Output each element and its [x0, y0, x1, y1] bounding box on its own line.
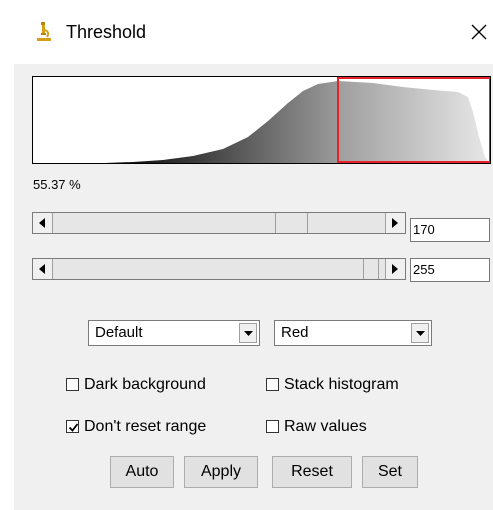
reset-button[interactable]: Reset [272, 456, 352, 488]
arrow-left-icon [39, 264, 45, 274]
dropdown-button[interactable] [239, 323, 257, 343]
apply-button[interactable]: Apply [184, 456, 258, 488]
checkbox-box[interactable] [266, 378, 279, 391]
scroll-right-button[interactable] [385, 259, 405, 279]
display-dropdown[interactable]: Red [274, 320, 432, 346]
scroll-right-button[interactable] [385, 213, 405, 233]
percent-label: 55.37 % [33, 177, 81, 192]
checkmark-icon [68, 423, 79, 432]
histogram [32, 76, 491, 164]
method-dropdown[interactable]: Default [88, 320, 260, 346]
dropdown-button[interactable] [411, 323, 429, 343]
max-threshold-scrollbar[interactable] [32, 258, 406, 280]
checkbox-label: Dark background [84, 376, 206, 393]
window-title: Threshold [66, 22, 147, 42]
chevron-down-icon [416, 331, 425, 336]
set-button[interactable]: Set [362, 456, 418, 488]
checkbox-box[interactable] [266, 420, 279, 433]
min-threshold-scrollbar[interactable] [32, 212, 406, 234]
max-threshold-input[interactable]: 255 [410, 258, 490, 282]
arrow-right-icon [392, 264, 398, 274]
checkbox-box[interactable] [66, 378, 79, 391]
display-dropdown-value: Red [281, 324, 309, 341]
arrow-right-icon [392, 218, 398, 228]
microscope-icon [34, 20, 54, 44]
checkbox-box[interactable] [66, 420, 79, 433]
checkbox-label: Raw values [284, 418, 367, 435]
chevron-down-icon [244, 331, 253, 336]
arrow-left-icon [39, 218, 45, 228]
scroll-left-button[interactable] [33, 213, 53, 233]
checkbox-label: Stack histogram [284, 376, 399, 393]
title-bar: Threshold [0, 0, 493, 64]
histogram-dark-region [105, 81, 338, 163]
scrollbar-thumb[interactable] [363, 259, 379, 279]
min-threshold-input[interactable]: 170 [410, 218, 490, 242]
threshold-selection-box [337, 77, 490, 163]
scrollbar-thumb[interactable] [275, 213, 308, 233]
method-dropdown-value: Default [95, 324, 143, 341]
close-icon[interactable] [466, 16, 492, 48]
auto-button[interactable]: Auto [110, 456, 174, 488]
checkbox-label: Don't reset range [84, 418, 207, 435]
scroll-left-button[interactable] [33, 259, 53, 279]
